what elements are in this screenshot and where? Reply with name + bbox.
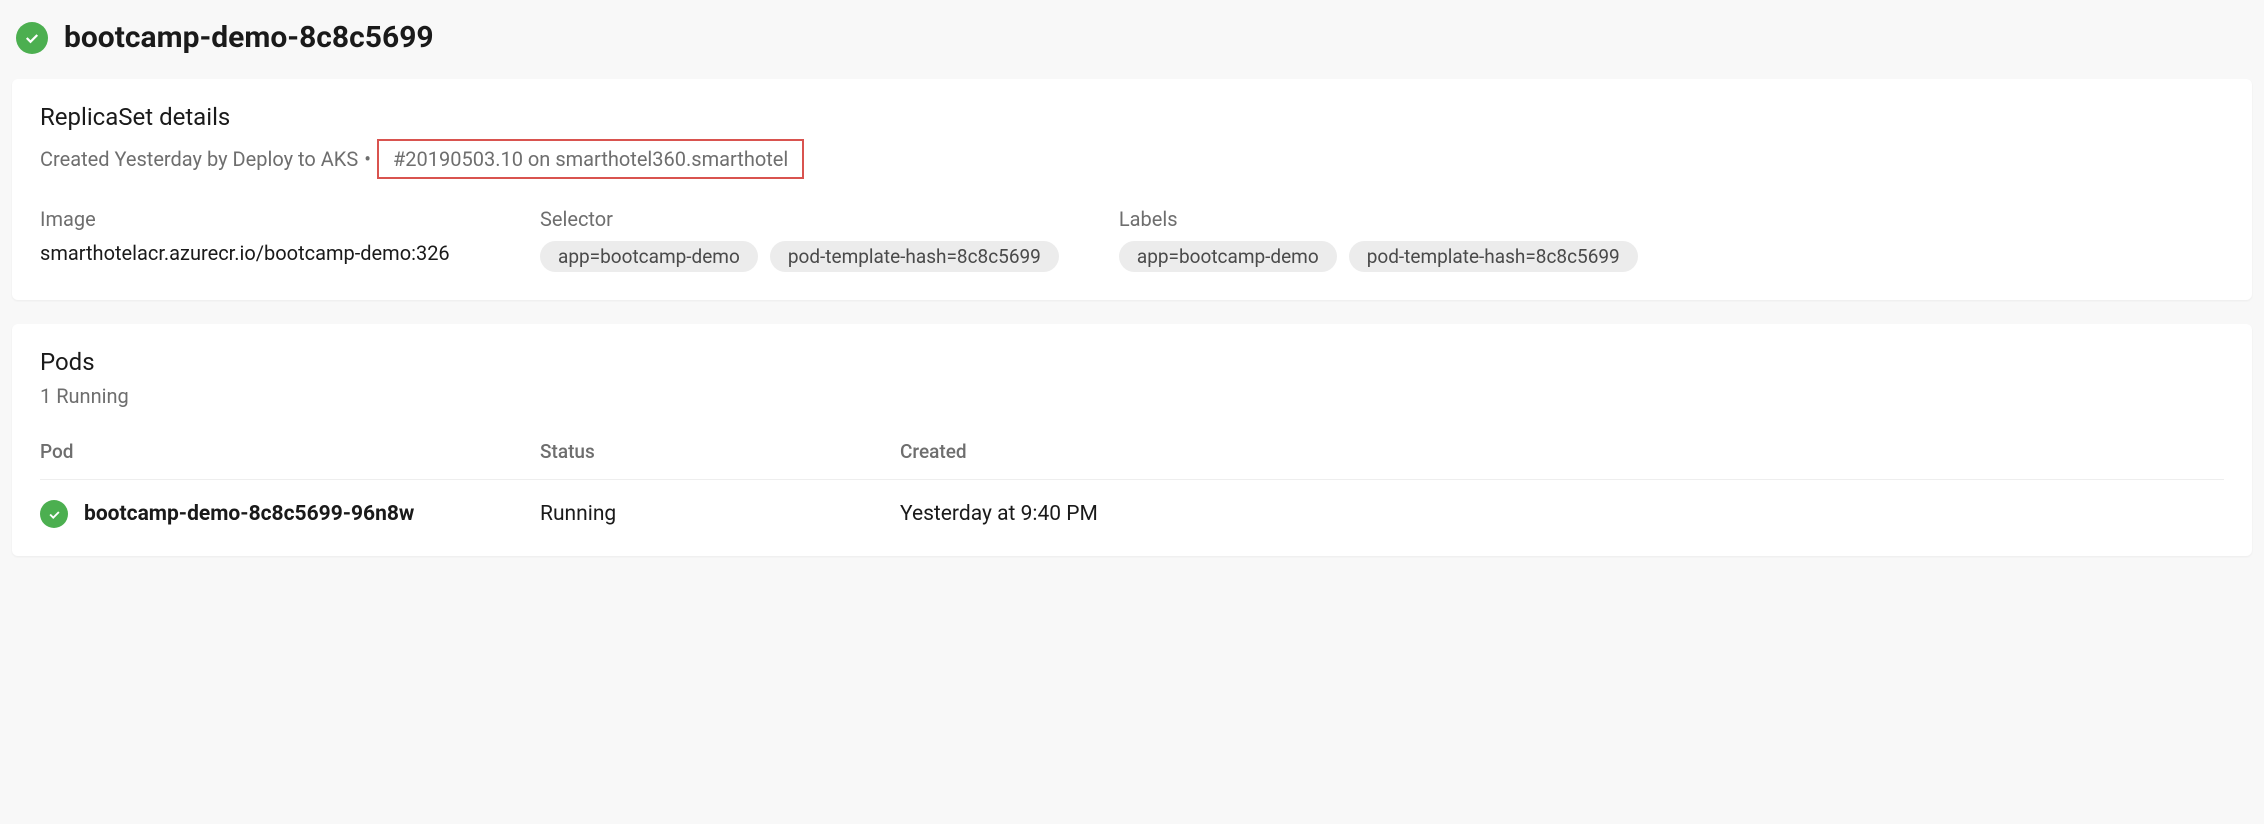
selector-pill: app=bootcamp-demo xyxy=(540,241,758,272)
pods-header-row: Pod Status Created xyxy=(40,440,2224,480)
pods-title: Pods xyxy=(40,348,2224,376)
separator-dot: • xyxy=(364,147,371,171)
pod-name: bootcamp-demo-8c8c5699-96n8w xyxy=(84,502,414,526)
replicaset-details-card: ReplicaSet details Created Yesterday by … xyxy=(12,79,2252,300)
status-success-icon xyxy=(16,22,48,54)
labels-pills: app=bootcamp-demo pod-template-hash=8c8c… xyxy=(1119,241,1638,272)
image-column: Image smarthotelacr.azurecr.io/bootcamp-… xyxy=(40,207,480,272)
col-header-pod: Pod xyxy=(40,440,540,463)
details-grid: Image smarthotelacr.azurecr.io/bootcamp-… xyxy=(40,207,2224,272)
pod-cell: bootcamp-demo-8c8c5699-96n8w xyxy=(40,500,540,528)
label-pill: pod-template-hash=8c8c5699 xyxy=(1349,241,1638,272)
page-title: bootcamp-demo-8c8c5699 xyxy=(64,20,434,55)
selector-pills: app=bootcamp-demo pod-template-hash=8c8c… xyxy=(540,241,1059,272)
page-header: bootcamp-demo-8c8c5699 xyxy=(12,12,2252,79)
selector-column: Selector app=bootcamp-demo pod-template-… xyxy=(540,207,1059,272)
build-link[interactable]: #20190503.10 on smarthotel360.smarthotel xyxy=(377,139,804,179)
pod-status: Running xyxy=(540,502,900,526)
selector-label: Selector xyxy=(540,207,1059,231)
selector-pill: pod-template-hash=8c8c5699 xyxy=(770,241,1059,272)
details-title: ReplicaSet details xyxy=(40,103,2224,131)
table-row[interactable]: bootcamp-demo-8c8c5699-96n8w Running Yes… xyxy=(40,480,2224,528)
status-success-icon xyxy=(40,500,68,528)
pod-created: Yesterday at 9:40 PM xyxy=(900,502,2224,526)
pods-subtitle: 1 Running xyxy=(40,384,2224,408)
col-header-status: Status xyxy=(540,440,900,463)
pods-card: Pods 1 Running Pod Status Created bootca… xyxy=(12,324,2252,556)
col-header-created: Created xyxy=(900,440,2224,463)
labels-label: Labels xyxy=(1119,207,1638,231)
created-text: Created Yesterday by Deploy to AKS xyxy=(40,147,358,171)
image-value: smarthotelacr.azurecr.io/bootcamp-demo:3… xyxy=(40,241,480,265)
labels-column: Labels app=bootcamp-demo pod-template-ha… xyxy=(1119,207,1638,272)
created-line: Created Yesterday by Deploy to AKS • #20… xyxy=(40,139,2224,179)
pods-table: Pod Status Created bootcamp-demo-8c8c569… xyxy=(40,440,2224,528)
image-label: Image xyxy=(40,207,480,231)
label-pill: app=bootcamp-demo xyxy=(1119,241,1337,272)
